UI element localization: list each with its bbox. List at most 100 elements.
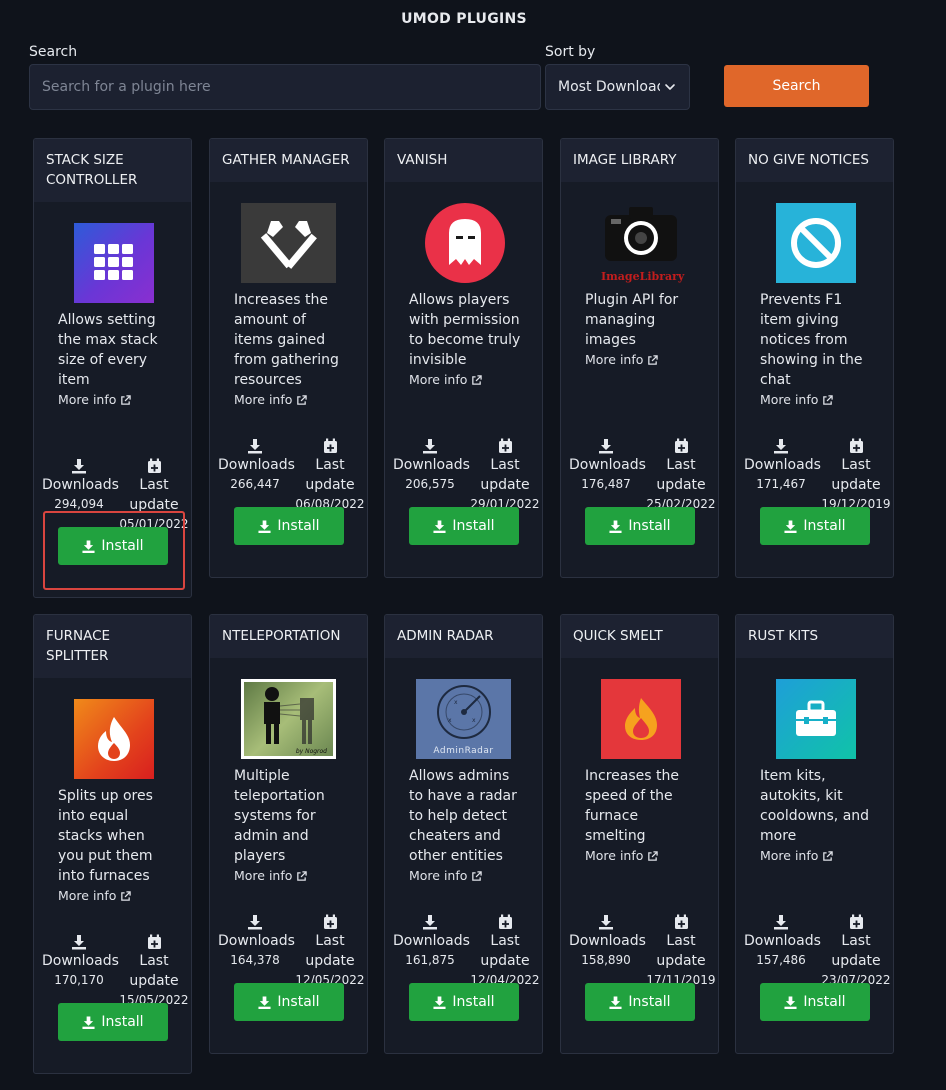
crossed-axes-icon[interactable] [241, 203, 336, 283]
downloads-label: Downloads [744, 457, 821, 473]
update-label: update [656, 953, 706, 969]
fire-icon[interactable] [601, 679, 681, 759]
last-label: Last [315, 457, 345, 473]
download-icon [609, 519, 622, 533]
plugin-title-line: IMAGE LIBRARY [573, 152, 677, 168]
plugin-description-line: images [585, 332, 636, 348]
plugin-description-line: managing [585, 312, 656, 328]
grid-icon[interactable] [74, 223, 154, 303]
plugin-description-line: Increases the [234, 292, 328, 308]
downloads-count: 164,378 [230, 953, 280, 967]
download-icon [72, 459, 86, 474]
plugin-title[interactable]: GATHER MANAGER [210, 139, 367, 182]
more-info-link[interactable]: More info [409, 371, 483, 389]
last-label: Last [490, 457, 520, 473]
plugin-description: Increases the speed of the furnace smelting… [585, 766, 711, 866]
downloads-label: Downloads [218, 457, 295, 473]
install-label: Install [803, 994, 846, 1010]
plugin-description-line: more [760, 828, 797, 844]
downloads-stat: Downloads 266,447 [218, 438, 295, 493]
plugin-description-line: players [234, 848, 286, 864]
download-icon [433, 519, 446, 533]
update-label: update [656, 477, 706, 493]
plugin-title[interactable]: ADMIN RADAR [385, 615, 542, 658]
calendar-plus-icon [849, 438, 863, 453]
plugin-description-line: teleportation [234, 788, 325, 804]
install-button[interactable]: Install [585, 983, 695, 1021]
plugin-title-line: QUICK SMELT [573, 628, 663, 644]
ghost-icon[interactable] [425, 203, 505, 283]
calendar-plus-icon [674, 438, 688, 453]
download-icon [82, 1015, 95, 1029]
install-button[interactable]: Install [58, 1003, 168, 1041]
sort-select[interactable]: Most Downloads [545, 64, 690, 110]
plugin-title[interactable]: RUST KITS [736, 615, 893, 658]
install-button[interactable]: Install [234, 507, 344, 545]
downloads-stat: Downloads 170,170 [42, 934, 119, 989]
external-link-icon [297, 870, 308, 881]
install-label: Install [101, 1014, 144, 1030]
external-link-icon [472, 374, 483, 385]
install-button[interactable]: Install [585, 507, 695, 545]
plugin-description-line: Allows admins [409, 768, 510, 784]
downloads-label: Downloads [393, 933, 470, 949]
plugin-description-line: amount of [234, 312, 306, 328]
more-info-link[interactable]: More info [760, 391, 834, 409]
plugin-title-line: VANISH [397, 152, 448, 168]
calendar-plus-icon [498, 914, 512, 929]
plugin-title-line: ADMIN RADAR [397, 628, 494, 644]
more-info-link[interactable]: More info [409, 867, 483, 885]
last-update-stat: Last update 19/12/2019 [818, 438, 893, 513]
plugin-title[interactable]: STACK SIZE CONTROLLER [34, 139, 191, 202]
toolbox-icon[interactable] [776, 679, 856, 759]
install-label: Install [628, 994, 671, 1010]
plugin-title-line: RUST KITS [748, 628, 819, 644]
install-button[interactable]: Install [234, 983, 344, 1021]
last-label: Last [841, 457, 871, 473]
radar-icon[interactable]: x x x AdminRadar [416, 679, 511, 759]
install-label: Install [803, 518, 846, 534]
plugin-description-line: resources [234, 372, 302, 388]
plugin-title-line: STACK SIZE [46, 152, 124, 168]
plugin-description-line: showing in the [760, 352, 863, 368]
search-input[interactable] [29, 64, 541, 110]
flame-icon[interactable] [74, 699, 154, 779]
plugin-card: NO GIVE NOTICES Prevents F1 item giving no… [735, 138, 894, 578]
search-label: Search [29, 44, 78, 60]
plugin-card: GATHER MANAGER Increases the amount of ite… [209, 138, 368, 578]
install-button[interactable]: Install [409, 983, 519, 1021]
plugin-title[interactable]: FURNACE SPLITTER [34, 615, 191, 678]
plugin-description-line: Allows players [409, 292, 510, 308]
install-button[interactable]: Install [409, 507, 519, 545]
plugin-title[interactable]: NO GIVE NOTICES [736, 139, 893, 182]
plugin-title[interactable]: NTELEPORTATION [210, 615, 367, 658]
more-info-link[interactable]: More info [234, 391, 308, 409]
more-info-link[interactable]: More info [760, 847, 834, 865]
no-entry-icon[interactable] [776, 203, 856, 283]
more-info-link[interactable]: More info [58, 887, 132, 905]
more-info-link[interactable]: More info [234, 867, 308, 885]
plugin-description-line: cooldowns, and [760, 808, 870, 824]
download-icon [784, 519, 797, 533]
install-button[interactable]: Install [760, 983, 870, 1021]
update-label: update [831, 953, 881, 969]
plugin-title[interactable]: IMAGE LIBRARY [561, 139, 718, 182]
downloads-count: 161,875 [405, 953, 455, 967]
more-info-link[interactable]: More info [58, 391, 132, 409]
more-info-link[interactable]: More info [585, 351, 659, 369]
teleport-figure-icon[interactable]: by Nogrod [241, 679, 336, 759]
plugin-description-line: Splits up ores [58, 788, 153, 804]
external-link-icon [648, 850, 659, 861]
more-info-link[interactable]: More info [585, 847, 659, 865]
plugin-title[interactable]: QUICK SMELT [561, 615, 718, 658]
svg-text:x: x [472, 717, 476, 724]
plugin-title-line: NO GIVE NOTICES [748, 152, 869, 168]
last-label: Last [315, 933, 345, 949]
plugin-description: Allows setting the max stack size of every… [58, 310, 184, 410]
install-label: Install [452, 518, 495, 534]
install-button[interactable]: Install [760, 507, 870, 545]
camera-icon[interactable]: ImageLibrary [601, 203, 684, 283]
search-button[interactable]: Search [724, 65, 869, 107]
last-update-stat: Last update 25/02/2022 [643, 438, 718, 513]
plugin-title[interactable]: VANISH [385, 139, 542, 182]
